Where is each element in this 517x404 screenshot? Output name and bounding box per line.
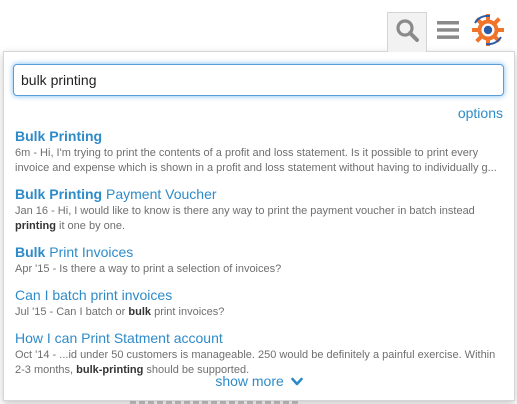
show-more-label: show more xyxy=(215,373,284,389)
search-result-title[interactable]: How I can Print Statment account xyxy=(15,329,505,347)
title-text-segment: Bulk Printing xyxy=(15,128,103,144)
snippet-text-segment: it one by one. xyxy=(55,220,126,232)
search-result-item: Bulk Printing 6m - Hi, I'm trying to prin… xyxy=(15,127,505,176)
snippet-text-segment: bulk xyxy=(128,306,152,318)
title-text-segment: Print Invoices xyxy=(45,244,134,260)
search-toggle-button[interactable] xyxy=(387,12,427,52)
page: options Bulk Printing 6m - Hi, I'm trying… xyxy=(0,0,517,404)
search-result-snippet: Jul '15 - Can I batch or bulk print invo… xyxy=(15,305,505,320)
search-input[interactable] xyxy=(13,64,504,96)
snippet-text-segment: print invoices? xyxy=(151,306,225,318)
title-text-segment: Payment Voucher xyxy=(102,186,217,202)
search-result-item: Can I batch print invoices Jul '15 - Can … xyxy=(15,286,505,320)
search-result-title[interactable]: Can I batch print invoices xyxy=(15,286,505,304)
search-result-snippet: 6m - Hi, I'm trying to print the content… xyxy=(15,146,505,176)
search-result-title[interactable]: Bulk Printing xyxy=(15,127,505,145)
search-result-title[interactable]: Bulk Printing Payment Voucher xyxy=(15,185,505,203)
search-icon xyxy=(395,18,419,47)
header-bar xyxy=(0,0,517,52)
snippet-text-segment: 6m - Hi, I'm trying to print the content… xyxy=(15,147,497,174)
snippet-text-segment: Jul '15 - Can I batch or xyxy=(15,306,129,318)
search-result-snippet: Jan 16 - Hi, I would like to know is the… xyxy=(15,204,505,234)
show-more-button[interactable]: show more xyxy=(4,373,514,389)
hamburger-menu-icon xyxy=(437,20,459,44)
search-result-snippet: Apr '15 - Is there a way to print a sele… xyxy=(15,262,505,277)
title-text-segment: Bulk xyxy=(15,244,46,260)
gear-logo-icon xyxy=(471,13,505,52)
search-results-list: Bulk Printing 6m - Hi, I'm trying to prin… xyxy=(15,127,505,387)
options-link[interactable]: options xyxy=(458,105,503,121)
snippet-text-segment: printing xyxy=(15,220,56,232)
search-result-item: Bulk Printing Payment Voucher Jan 16 - Hi… xyxy=(15,185,505,234)
search-result-title[interactable]: Bulk Print Invoices xyxy=(15,243,505,261)
search-dropdown-panel: options Bulk Printing 6m - Hi, I'm trying… xyxy=(3,51,515,401)
user-avatar-button[interactable] xyxy=(466,12,510,52)
chevron-down-icon xyxy=(288,373,303,389)
title-text-segment: Can I batch print invoices xyxy=(15,287,173,303)
title-text-segment: How I can Print Statment account xyxy=(15,330,223,346)
snippet-text-segment: Apr '15 - Is there a way to print a sele… xyxy=(15,263,282,275)
snippet-text-segment: Jan 16 - Hi, I would like to know is the… xyxy=(15,205,475,217)
menu-button[interactable] xyxy=(428,12,468,52)
title-text-segment: Bulk Printing xyxy=(15,186,103,202)
search-result-item: How I can Print Statment account Oct '14 … xyxy=(15,329,505,378)
search-result-item: Bulk Print Invoices Apr '15 - Is there a … xyxy=(15,243,505,277)
